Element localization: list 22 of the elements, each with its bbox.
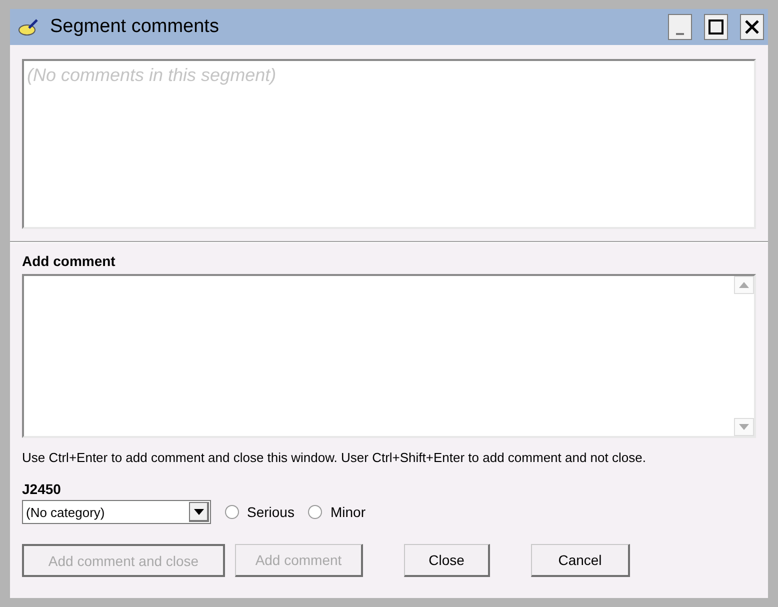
- severity-radio[interactable]: Minor: [308, 504, 366, 520]
- window-title: Segment comments: [50, 16, 220, 38]
- category-dropdown[interactable]: (No category): [22, 500, 211, 524]
- category-label: J2450: [22, 481, 62, 497]
- comment-pencil-icon: [18, 18, 40, 36]
- empty-placeholder: (No comments in this segment): [27, 65, 276, 85]
- minimize-icon: [676, 33, 684, 35]
- add-comment-label: Add comment: [22, 253, 116, 269]
- maximize-icon: [708, 19, 724, 35]
- dialog-button[interactable]: Close: [404, 544, 490, 577]
- close-icon: [744, 19, 760, 35]
- dropdown-caret-icon[interactable]: [189, 502, 209, 522]
- shortcut-hint: Use Ctrl+Enter to add comment and close this window. User Ctrl+Shift+Enter to add comment and not close.: [22, 450, 647, 465]
- scroll-up-icon[interactable]: [734, 276, 754, 294]
- scroll-down-icon[interactable]: [734, 418, 754, 436]
- comment-input-field[interactable]: [22, 274, 756, 438]
- scrollbar[interactable]: [734, 276, 754, 436]
- maximize-button[interactable]: [704, 14, 728, 40]
- close-button[interactable]: [740, 14, 764, 40]
- minimize-button[interactable]: [668, 14, 692, 40]
- severity-radio[interactable]: Serious: [225, 504, 294, 520]
- dialog-button[interactable]: Cancel: [531, 544, 630, 577]
